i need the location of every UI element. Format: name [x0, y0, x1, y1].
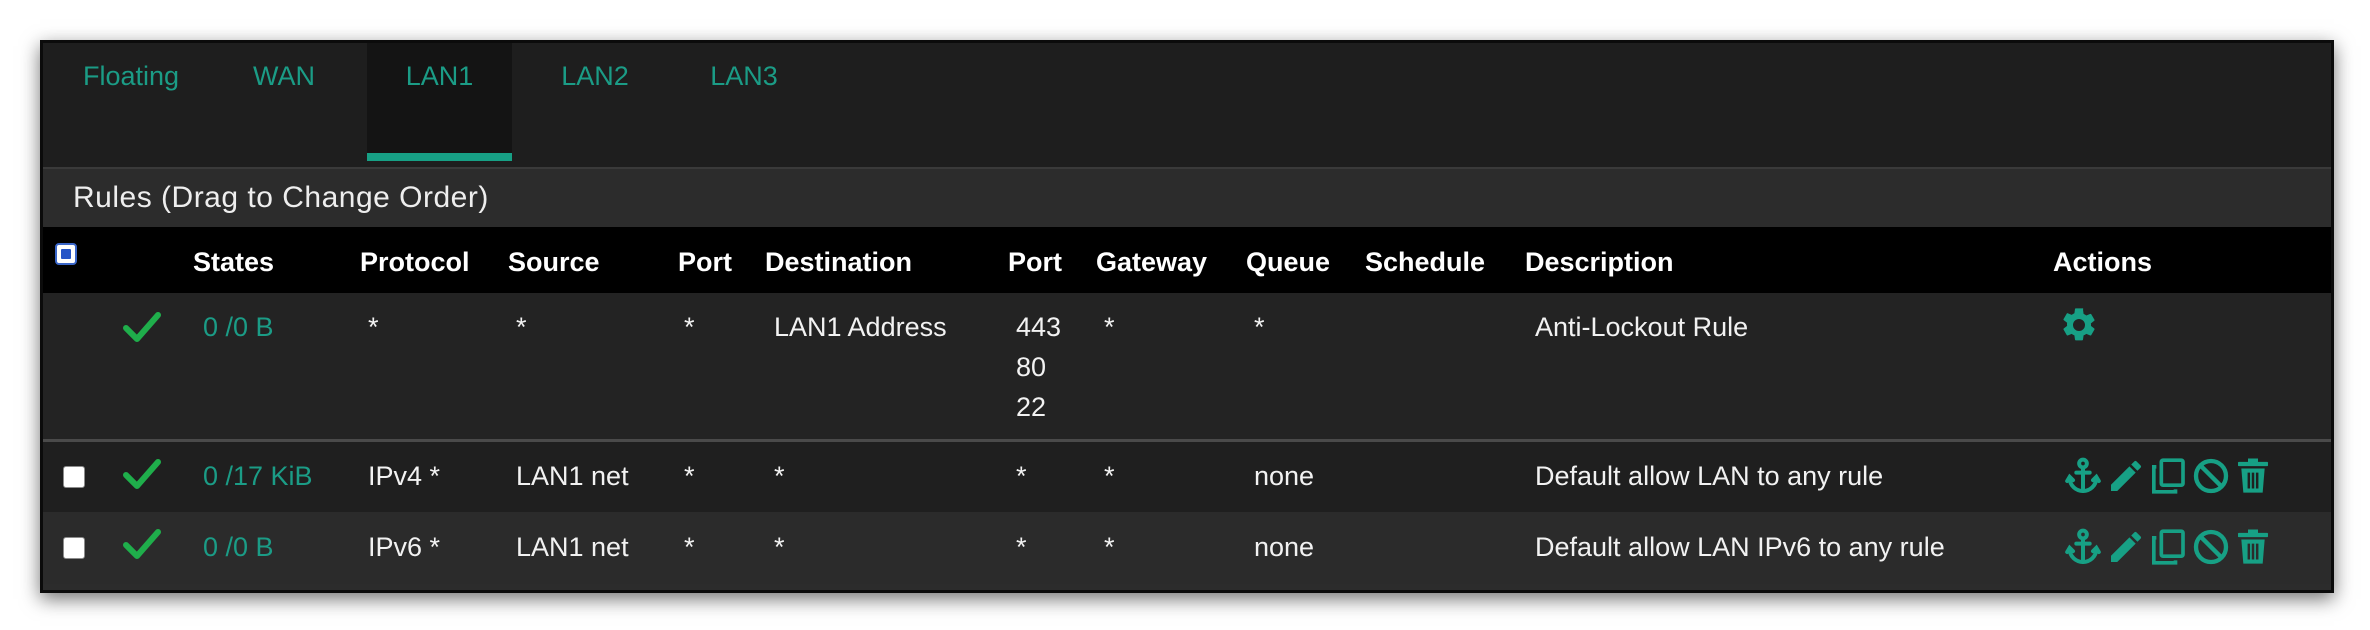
- destination-value: *: [774, 461, 785, 491]
- disable-icon[interactable]: [2191, 456, 2231, 496]
- description-value: Anti-Lockout Rule: [1535, 312, 1749, 342]
- table-row[interactable]: 0 /0 B IPv6 * LAN1 net * * * * none Defa…: [43, 512, 2331, 584]
- interface-tabs: Floating WAN LAN1 LAN2 LAN3: [43, 43, 2331, 169]
- copy-icon[interactable]: [2148, 456, 2188, 496]
- header-dest-port[interactable]: Port: [1008, 247, 1062, 278]
- dest-port-value: *: [1016, 532, 1027, 562]
- check-icon: [123, 459, 161, 489]
- disable-icon[interactable]: [2191, 527, 2231, 567]
- anchor-icon[interactable]: [2063, 456, 2103, 496]
- source-port-value: *: [684, 532, 695, 562]
- queue-value: none: [1254, 461, 1315, 491]
- source-port-value: *: [684, 312, 695, 342]
- source-port-value: *: [684, 461, 695, 491]
- queue-value: none: [1254, 532, 1315, 562]
- table-row[interactable]: 0 /0 B * * * LAN1 Address 443 80 22 * * …: [43, 293, 2331, 442]
- row-select-checkbox[interactable]: [63, 466, 85, 488]
- destination-value: LAN1 Address: [774, 312, 947, 342]
- description-value: Default allow LAN IPv6 to any rule: [1535, 532, 1945, 562]
- source-value: *: [516, 312, 527, 342]
- panel-title: Rules (Drag to Change Order): [73, 181, 489, 214]
- protocol-value: *: [368, 312, 379, 342]
- tab-wan[interactable]: WAN: [219, 43, 349, 161]
- select-all-checkbox[interactable]: [55, 243, 77, 265]
- header-protocol[interactable]: Protocol: [360, 247, 470, 278]
- header-gateway[interactable]: Gateway: [1096, 247, 1207, 278]
- protocol-value: IPv4 *: [368, 461, 441, 491]
- pencil-icon[interactable]: [2106, 456, 2146, 496]
- tab-lan1[interactable]: LAN1: [367, 43, 512, 161]
- header-description[interactable]: Description: [1525, 247, 1674, 278]
- table-row[interactable]: 0 /17 KiB IPv4 * LAN1 net * * * * none D…: [43, 442, 2331, 512]
- tab-lan2[interactable]: LAN2: [530, 43, 660, 161]
- protocol-value: IPv6 *: [368, 532, 441, 562]
- source-value: LAN1 net: [516, 461, 629, 491]
- states-value[interactable]: 0 /0 B: [203, 527, 274, 567]
- destination-value: *: [774, 532, 785, 562]
- source-value: LAN1 net: [516, 532, 629, 562]
- firewall-rules-window: Floating WAN LAN1 LAN2 LAN3 Rules (Drag …: [40, 40, 2334, 593]
- tab-floating[interactable]: Floating: [43, 43, 219, 161]
- dest-port-list: 443 80 22: [1016, 307, 1061, 427]
- row-select-checkbox[interactable]: [63, 537, 85, 559]
- check-icon: [123, 529, 161, 559]
- dest-port-value: 22: [1016, 392, 1047, 422]
- rules-panel: Rules (Drag to Change Order) States Prot…: [43, 167, 2331, 590]
- copy-icon[interactable]: [2148, 527, 2188, 567]
- header-schedule[interactable]: Schedule: [1365, 247, 1485, 278]
- header-actions: Actions: [2053, 247, 2153, 277]
- gear-icon[interactable]: [2059, 305, 2099, 345]
- header-destination[interactable]: Destination: [765, 247, 912, 278]
- tab-lan3[interactable]: LAN3: [679, 43, 809, 161]
- check-icon: [123, 312, 161, 342]
- queue-value: *: [1254, 312, 1265, 342]
- rules-table-header: States Protocol Source Port Destination …: [43, 227, 2331, 293]
- header-source-port[interactable]: Port: [678, 247, 732, 278]
- trash-icon[interactable]: [2233, 456, 2273, 496]
- header-source[interactable]: Source: [508, 247, 600, 278]
- gateway-value: *: [1104, 312, 1115, 342]
- trash-icon[interactable]: [2233, 527, 2273, 567]
- header-states[interactable]: States: [193, 247, 274, 278]
- description-value: Default allow LAN to any rule: [1535, 461, 1884, 491]
- dest-port-value: 443: [1016, 312, 1062, 342]
- pencil-icon[interactable]: [2106, 527, 2146, 567]
- gateway-value: *: [1104, 532, 1115, 562]
- gateway-value: *: [1104, 461, 1115, 491]
- anchor-icon[interactable]: [2063, 527, 2103, 567]
- header-queue[interactable]: Queue: [1246, 247, 1330, 278]
- states-value[interactable]: 0 /0 B: [203, 307, 274, 347]
- states-value[interactable]: 0 /17 KiB: [203, 456, 313, 496]
- dest-port-value: 80: [1016, 352, 1047, 382]
- dest-port-value: *: [1016, 461, 1027, 491]
